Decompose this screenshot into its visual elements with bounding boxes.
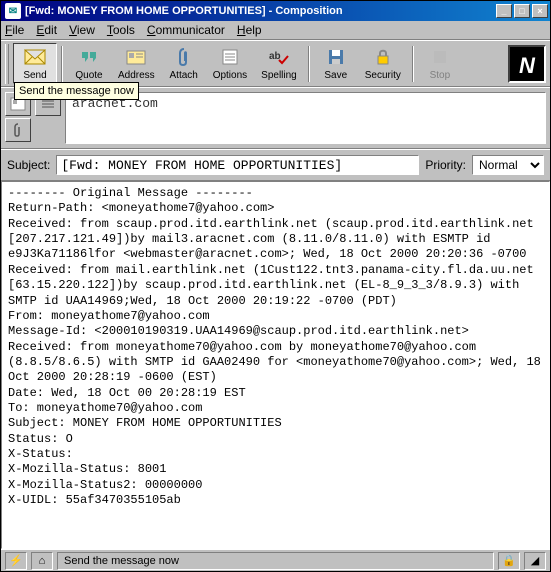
address-label: Address xyxy=(118,70,155,81)
options-label: Options xyxy=(213,70,247,81)
spelling-label: Spelling xyxy=(261,70,297,81)
send-icon xyxy=(24,46,46,68)
status-icon-lock[interactable]: 🔒 xyxy=(498,552,520,570)
menu-view[interactable]: View xyxy=(69,23,95,37)
minimize-button[interactable]: _ xyxy=(496,4,512,18)
close-button[interactable]: × xyxy=(532,4,548,18)
stop-label: Stop xyxy=(430,70,451,81)
composition-window: ✉ [Fwd: MONEY FROM HOME OPPORTUNITIES] -… xyxy=(0,0,551,572)
security-icon xyxy=(372,46,394,68)
menu-communicator[interactable]: Communicator xyxy=(147,23,225,37)
subject-input[interactable] xyxy=(56,155,419,175)
titlebar: ✉ [Fwd: MONEY FROM HOME OPPORTUNITIES] -… xyxy=(1,1,550,21)
stop-icon xyxy=(429,46,451,68)
attach-label: Attach xyxy=(170,70,198,81)
attachment-panel-button[interactable] xyxy=(5,118,31,142)
status-icon-vault[interactable]: ⌂ xyxy=(31,552,53,570)
app-icon: ✉ xyxy=(5,3,21,19)
security-label: Security xyxy=(365,70,401,81)
separator xyxy=(308,46,310,82)
priority-label: Priority: xyxy=(425,158,466,172)
toolbar: Send Send the message now Quote Address … xyxy=(1,40,550,87)
attach-button[interactable]: Attach xyxy=(162,43,206,84)
quote-icon xyxy=(78,46,100,68)
address-button[interactable]: Address xyxy=(111,43,162,84)
security-button[interactable]: Security xyxy=(358,43,408,84)
tooltip: Send the message now xyxy=(14,82,139,100)
menu-edit[interactable]: Edit xyxy=(36,23,57,37)
priority-select[interactable]: Normal xyxy=(472,155,544,175)
maximize-button[interactable]: □ xyxy=(514,4,530,18)
status-message: Send the message now xyxy=(57,552,494,570)
address-icon xyxy=(125,46,147,68)
subject-label: Subject: xyxy=(7,158,50,172)
quote-label: Quote xyxy=(75,70,102,81)
save-icon xyxy=(325,46,347,68)
status-icon-net[interactable]: ⚡ xyxy=(5,552,27,570)
statusbar: ⚡ ⌂ Send the message now 🔒 ◢ xyxy=(1,549,550,571)
send-label: Send xyxy=(23,70,46,81)
menu-file[interactable]: File xyxy=(5,23,24,37)
options-button[interactable]: Options xyxy=(206,43,254,84)
message-body[interactable]: -------- Original Message -------- Retur… xyxy=(1,181,550,549)
separator xyxy=(61,46,63,82)
stop-button: Stop xyxy=(418,43,462,84)
subject-row: Subject: Priority: Normal xyxy=(1,149,550,181)
menu-help[interactable]: Help xyxy=(237,23,262,37)
save-button[interactable]: Save xyxy=(314,43,358,84)
attach-icon xyxy=(173,46,195,68)
spelling-icon: ab xyxy=(268,46,290,68)
window-title: [Fwd: MONEY FROM HOME OPPORTUNITIES] - C… xyxy=(25,5,496,17)
send-button[interactable]: Send Send the message now xyxy=(13,43,57,84)
menu-tools[interactable]: Tools xyxy=(107,23,135,37)
netscape-logo: N xyxy=(508,45,546,83)
save-label: Save xyxy=(324,70,347,81)
separator xyxy=(412,46,414,82)
options-icon xyxy=(219,46,241,68)
status-icon-resize[interactable]: ◢ xyxy=(524,552,546,570)
quote-button[interactable]: Quote xyxy=(67,43,111,84)
menubar: File Edit View Tools Communicator Help xyxy=(1,21,550,40)
toolbar-grip[interactable] xyxy=(5,44,9,84)
spelling-button[interactable]: ab Spelling xyxy=(254,43,304,84)
